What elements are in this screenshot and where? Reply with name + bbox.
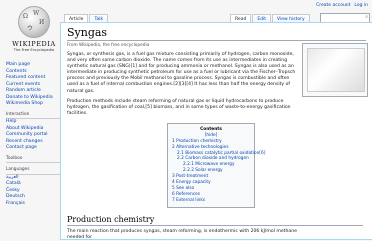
search-icon[interactable]: ⌕: [365, 14, 368, 20]
page-title: Syngas: [67, 26, 366, 41]
syngas-image: [307, 48, 365, 92]
globe-icon: ΩW Иウ: [18, 6, 50, 38]
toolbox-heading[interactable]: Toolbox: [6, 156, 60, 163]
toc-item[interactable]: 7 External links: [172, 198, 250, 204]
wikipedia-logo[interactable]: ΩW Иウ WIKIPEDIA The Free Encyclopedia: [8, 6, 60, 56]
create-account-link[interactable]: Create account: [316, 3, 350, 8]
languages-heading[interactable]: Languages: [6, 167, 60, 175]
sidebar-item-contact[interactable]: Contact page: [6, 145, 60, 152]
logo-tagline: The Free Encyclopedia: [13, 48, 55, 52]
interaction-heading[interactable]: Interaction: [6, 112, 60, 119]
sidebar-item-shop[interactable]: Wikimedia Shop: [6, 101, 60, 108]
toc-heading: Contents: [200, 126, 222, 132]
sidebar-item-language[interactable]: Français: [6, 201, 60, 208]
infobox-image[interactable]: [302, 43, 368, 97]
production-paragraph: Production methods include steam reformi…: [67, 98, 291, 116]
intro-paragraph: Syngas, or synthesis gas, is a fuel gas …: [67, 52, 296, 94]
table-of-contents: Contents [hide] 1 Production chemistry 2…: [167, 122, 265, 208]
logo-wordmark: WIKIPEDIA: [12, 40, 56, 48]
section-paragraph: The main reaction that produces syngas, …: [67, 228, 297, 240]
toc-title: Contents [hide]: [172, 127, 250, 139]
section-heading: Production chemistry: [67, 214, 363, 226]
article-content: Syngas From Wikipedia, the free encyclop…: [60, 22, 372, 240]
personal-links: Create account Log in: [316, 3, 368, 8]
sidebar: Main page Contents Featured content Curr…: [6, 62, 60, 207]
login-link[interactable]: Log in: [354, 3, 368, 8]
